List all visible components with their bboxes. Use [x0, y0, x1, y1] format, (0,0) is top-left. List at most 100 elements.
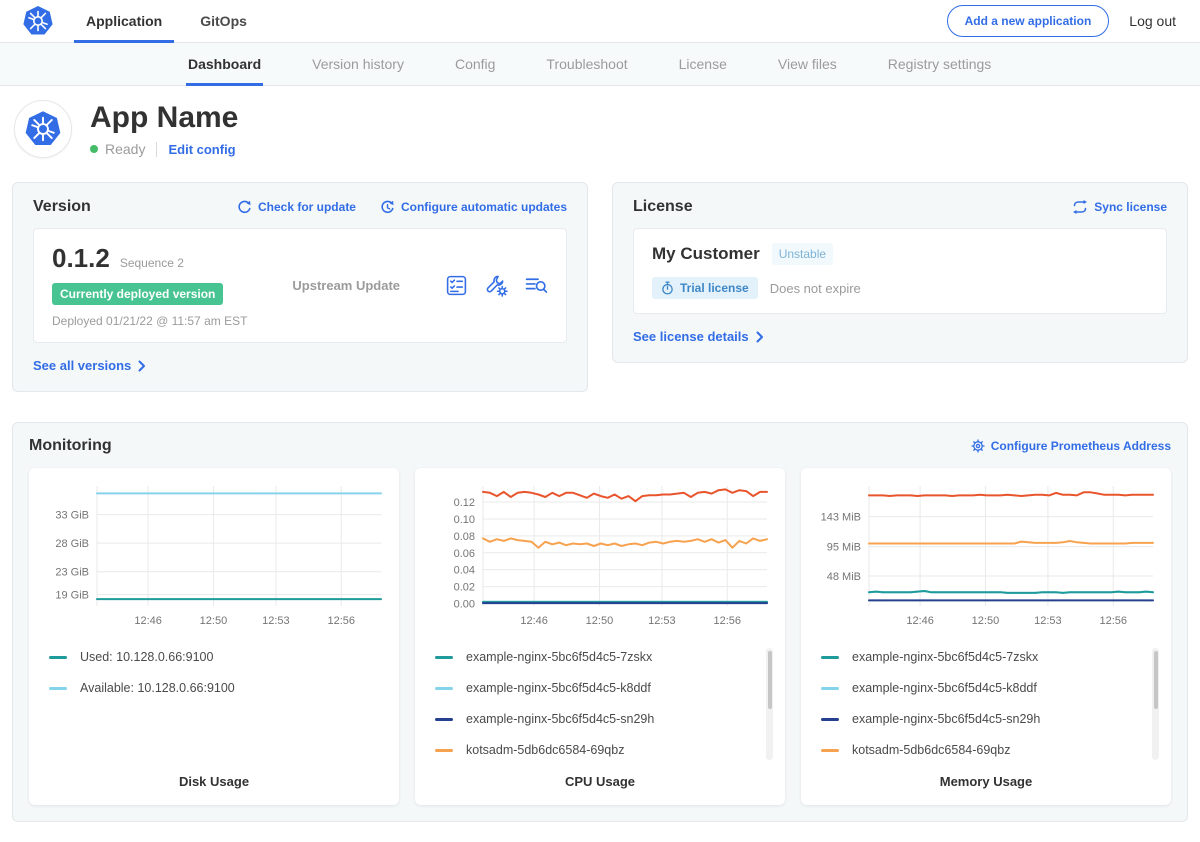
logs-search-icon[interactable] [525, 276, 548, 295]
tab-license[interactable]: License [679, 43, 727, 85]
configure-automatic-updates-link[interactable]: Configure automatic updates [380, 200, 567, 215]
license-card-title: License [633, 198, 693, 216]
svg-text:12:46: 12:46 [906, 615, 934, 627]
page-title: App Name [90, 101, 238, 134]
monitoring-card: Monitoring Configure Prometheus Address … [12, 422, 1188, 822]
app-subnav: Dashboard Version history Config Trouble… [0, 43, 1200, 86]
license-card: License Sync license My Customer Unstabl… [612, 182, 1188, 363]
legend-item: example-nginx-5bc6f5d4c5-k8ddf [821, 681, 1145, 695]
svg-text:143 MiB: 143 MiB [821, 512, 861, 524]
legend-scrollbar[interactable] [766, 648, 773, 760]
legend-swatch [435, 749, 453, 752]
tab-troubleshoot[interactable]: Troubleshoot [546, 43, 627, 85]
disk-usage-plot: 33 GiB28 GiB23 GiB19 GiB12:4612:5012:531… [41, 480, 387, 632]
configure-prometheus-label: Configure Prometheus Address [991, 439, 1171, 453]
channel-badge: Unstable [772, 243, 833, 265]
legend-swatch [821, 718, 839, 721]
cpu-usage-plot: 0.120.100.080.060.040.020.0012:4612:5012… [427, 480, 773, 632]
legend-scrollbar[interactable] [1152, 648, 1159, 760]
sync-license-label: Sync license [1094, 200, 1167, 214]
memory-usage-legend: example-nginx-5bc6f5d4c5-7zskx example-ng… [813, 646, 1159, 766]
see-license-details-link[interactable]: See license details [633, 329, 764, 344]
legend-swatch [435, 656, 453, 659]
legend-item: example-nginx-5bc6f5d4c5-sn29h [435, 712, 759, 726]
customer-name: My Customer [652, 244, 760, 264]
current-version-box: 0.1.2 Sequence 2 Currently deployed vers… [33, 228, 567, 343]
tab-config[interactable]: Config [455, 43, 495, 85]
legend-swatch [435, 718, 453, 721]
svg-text:19 GiB: 19 GiB [55, 590, 89, 602]
legend-label: example-nginx-5bc6f5d4c5-sn29h [466, 712, 654, 726]
tab-application[interactable]: Application [86, 0, 162, 42]
legend-item: kotsadm-5db6dc6584-69qbz [821, 743, 1145, 757]
app-header: App Name Ready Edit config [0, 86, 1200, 176]
legend-swatch [49, 687, 67, 690]
see-all-versions-label: See all versions [33, 358, 131, 373]
kubernetes-logo-icon[interactable] [22, 5, 54, 37]
legend-label: Used: 10.128.0.66:9100 [80, 650, 213, 664]
status-dot [90, 145, 98, 153]
svg-text:12:53: 12:53 [648, 615, 676, 627]
logout-button[interactable]: Log out [1129, 13, 1176, 29]
check-for-update-link[interactable]: Check for update [237, 200, 356, 215]
legend-label: example-nginx-5bc6f5d4c5-k8ddf [852, 681, 1037, 695]
svg-text:12:50: 12:50 [200, 615, 228, 627]
legend-swatch [435, 687, 453, 690]
see-all-versions-link[interactable]: See all versions [33, 358, 146, 373]
memory-usage-title: Memory Usage [813, 774, 1159, 789]
legend-label: example-nginx-5bc6f5d4c5-sn29h [852, 712, 1040, 726]
sync-license-link[interactable]: Sync license [1072, 200, 1167, 214]
legend-swatch [821, 687, 839, 690]
cpu-usage-title: CPU Usage [427, 774, 773, 789]
configure-prometheus-link[interactable]: Configure Prometheus Address [971, 439, 1171, 453]
tab-dashboard[interactable]: Dashboard [188, 43, 261, 85]
legend-label: kotsadm-5db6dc6584-69qbz [852, 743, 1010, 757]
legend-item: kotsadm-5db6dc6584-69qbz [435, 743, 759, 757]
svg-text:12:46: 12:46 [520, 615, 548, 627]
configure-automatic-updates-label: Configure automatic updates [401, 200, 567, 214]
svg-text:12:46: 12:46 [134, 615, 162, 627]
divider [156, 142, 157, 157]
summary-cards-row: Version Check for update Configure au [0, 176, 1200, 392]
tab-gitops[interactable]: GitOps [200, 0, 247, 42]
legend-item: example-nginx-5bc6f5d4c5-7zskx [821, 650, 1145, 664]
clock-refresh-icon [380, 200, 395, 215]
app-avatar [14, 100, 72, 158]
gear-icon [971, 439, 985, 453]
status-text: Ready [105, 141, 145, 157]
tab-registry-settings[interactable]: Registry settings [888, 43, 991, 85]
preflight-checklist-icon[interactable] [445, 274, 468, 297]
svg-text:0.12: 0.12 [454, 497, 475, 509]
tab-view-files[interactable]: View files [778, 43, 837, 85]
svg-text:0.04: 0.04 [454, 565, 475, 577]
version-source-label: Upstream Update [247, 278, 445, 293]
svg-text:0.10: 0.10 [454, 514, 475, 526]
topnav-tabs: Application GitOps [86, 0, 247, 42]
svg-text:28 GiB: 28 GiB [55, 538, 89, 550]
svg-text:33 GiB: 33 GiB [55, 510, 89, 522]
top-navbar: Application GitOps Add a new application… [0, 0, 1200, 43]
svg-text:0.06: 0.06 [454, 548, 475, 560]
refresh-icon [237, 200, 252, 215]
wrench-gear-config-icon[interactable] [485, 274, 508, 297]
kubernetes-app-icon [24, 110, 62, 148]
svg-text:12:53: 12:53 [262, 615, 290, 627]
svg-text:0.08: 0.08 [454, 531, 475, 543]
legend-item: example-nginx-5bc6f5d4c5-sn29h [821, 712, 1145, 726]
cpu-usage-legend: example-nginx-5bc6f5d4c5-7zskxexample-ng… [427, 646, 773, 766]
legend-label: example-nginx-5bc6f5d4c5-k8ddf [466, 681, 651, 695]
edit-config-link[interactable]: Edit config [168, 142, 235, 157]
see-license-details-label: See license details [633, 329, 749, 344]
svg-text:0.00: 0.00 [454, 598, 475, 610]
svg-text:48 MiB: 48 MiB [827, 571, 861, 583]
legend-label: kotsadm-5db6dc6584-69qbz [466, 743, 624, 757]
license-expiry: Does not expire [770, 281, 861, 296]
disk-usage-title: Disk Usage [41, 774, 387, 789]
svg-text:12:56: 12:56 [327, 615, 355, 627]
monitoring-title: Monitoring [29, 437, 112, 455]
add-application-button[interactable]: Add a new application [947, 5, 1110, 37]
memory-usage-chart-card: 143 MiB95 MiB48 MiB12:4612:5012:5312:56 … [801, 468, 1171, 805]
svg-text:0.02: 0.02 [454, 582, 475, 594]
version-card-title: Version [33, 198, 91, 216]
tab-version-history[interactable]: Version history [312, 43, 404, 85]
